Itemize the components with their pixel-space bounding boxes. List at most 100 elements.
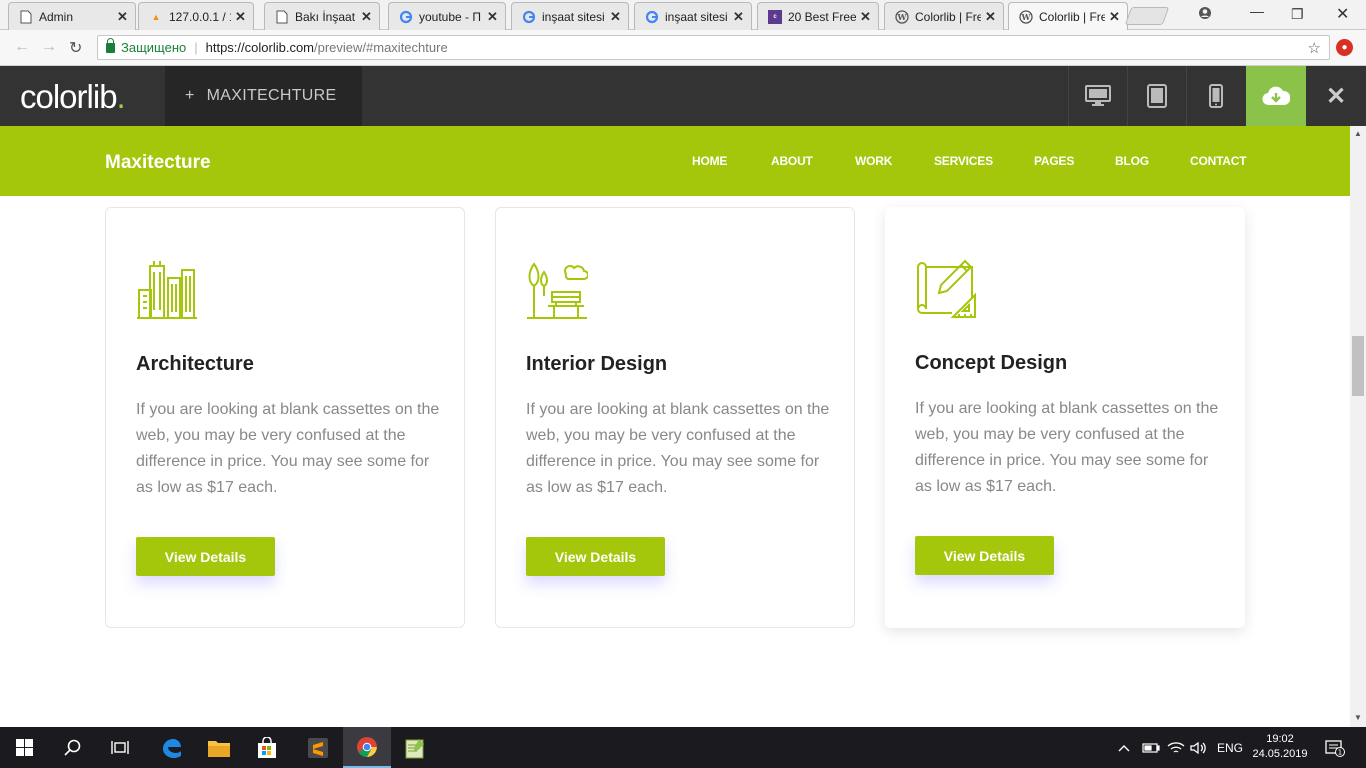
- close-tab-icon[interactable]: ✕: [985, 9, 997, 25]
- scroll-down-icon[interactable]: ▼: [1354, 713, 1362, 722]
- card-text: If you are looking at blank cassettes on…: [526, 401, 830, 496]
- browser-tab-colorlib-1[interactable]: W Colorlib | Fre ✕: [884, 2, 1004, 30]
- browser-tab-insaat-2[interactable]: inşaat sitesi ✕: [634, 2, 752, 30]
- menu-item-services[interactable]: SERVICES: [934, 154, 993, 168]
- menu-item-about[interactable]: ABOUT: [771, 154, 813, 168]
- action-center[interactable]: 1: [1325, 727, 1345, 768]
- card-text: If you are looking at blank cassettes on…: [136, 401, 440, 496]
- url-path: /preview/#maxitechture: [314, 40, 448, 55]
- url-host: https://colorlib.com: [205, 40, 314, 55]
- menu-item-contact[interactable]: CONTACT: [1190, 154, 1247, 168]
- browser-tab-baki[interactable]: Bakı İnşaat S ✕: [264, 2, 380, 30]
- svg-text:W: W: [897, 12, 908, 22]
- wordpress-icon: W: [1019, 9, 1033, 24]
- desktop-icon: [1085, 85, 1111, 106]
- secure-indicator[interactable]: Защищено: [106, 37, 186, 55]
- colorlib-logo[interactable]: colorlib.: [20, 78, 126, 116]
- page-scrollbar[interactable]: ▲ ▼: [1350, 126, 1366, 727]
- reload-icon[interactable]: ↻: [69, 38, 82, 58]
- profile-icon[interactable]: [1198, 6, 1212, 23]
- desktop-view-button[interactable]: [1068, 66, 1127, 126]
- browser-tab-insaat-1[interactable]: inşaat sitesi ✕: [511, 2, 629, 30]
- theme-name: MAXITECHTURE: [206, 87, 337, 104]
- cloud-download-icon: [1262, 86, 1290, 106]
- taskbar-chrome[interactable]: [343, 727, 391, 768]
- clock-date: 24.05.2019: [1252, 748, 1308, 760]
- close-tab-icon[interactable]: ✕: [610, 9, 622, 25]
- wordpress-icon: W: [895, 9, 909, 24]
- search-icon: [63, 739, 80, 756]
- taskbar-sublime-text[interactable]: [294, 727, 342, 768]
- notepad-plus-icon: [405, 738, 424, 758]
- close-tab-icon[interactable]: ✕: [860, 9, 872, 25]
- restore-icon[interactable]: ❐: [1291, 6, 1304, 23]
- scroll-up-icon[interactable]: ▲: [1354, 129, 1362, 138]
- extension-icon[interactable]: ●: [1336, 39, 1353, 56]
- tab-title: Colorlib | Fre: [915, 9, 981, 24]
- mobile-icon: [1209, 84, 1223, 108]
- browser-tab-20-best-free[interactable]: c 20 Best Free ✕: [757, 2, 879, 30]
- minimize-icon[interactable]: —: [1250, 3, 1264, 19]
- search-button[interactable]: [48, 727, 96, 768]
- tab-title: Admin: [39, 9, 74, 24]
- back-icon[interactable]: ←: [14, 38, 30, 56]
- close-tab-icon[interactable]: ✕: [487, 9, 499, 25]
- tab-title: 20 Best Free: [788, 9, 856, 24]
- start-button[interactable]: [0, 727, 48, 768]
- network-tray[interactable]: [1167, 727, 1185, 768]
- document-icon: [275, 10, 289, 24]
- colorlib-icon: c: [768, 9, 782, 24]
- theme-selector[interactable]: + MAXITECHTURE: [165, 66, 362, 126]
- input-language[interactable]: ENG: [1217, 727, 1243, 768]
- tab-title: inşaat sitesi: [542, 9, 605, 24]
- url-input[interactable]: Защищено | https://colorlib.com/preview/…: [97, 35, 1330, 60]
- close-tab-icon[interactable]: ✕: [733, 9, 745, 25]
- notification-count: 1: [1338, 748, 1342, 756]
- new-tab-button[interactable]: [1124, 7, 1170, 25]
- bookmark-star-icon[interactable]: ☆: [1308, 39, 1321, 57]
- notification-icon: 1: [1325, 739, 1345, 757]
- menu-item-home[interactable]: HOME: [692, 154, 727, 168]
- close-tab-icon[interactable]: ✕: [235, 9, 247, 25]
- sublime-text-icon: [308, 737, 328, 758]
- menu-item-pages[interactable]: PAGES: [1034, 154, 1074, 168]
- taskbar-edge[interactable]: [147, 727, 195, 768]
- download-button[interactable]: [1246, 66, 1306, 126]
- view-details-button[interactable]: View Details: [526, 537, 665, 576]
- tablet-view-button[interactable]: [1127, 66, 1186, 126]
- task-view-icon: [111, 741, 129, 754]
- clock-time: 19:02: [1266, 733, 1294, 745]
- google-icon: [522, 10, 536, 24]
- taskbar-file-explorer[interactable]: [195, 727, 243, 768]
- menu-item-work[interactable]: WORK: [855, 154, 892, 168]
- address-bar: ← → ↻ Защищено | https://colorlib.com/pr…: [0, 30, 1366, 66]
- scrollbar-thumb[interactable]: [1352, 336, 1364, 396]
- view-details-button[interactable]: View Details: [915, 536, 1054, 575]
- wifi-icon: [1167, 741, 1185, 753]
- browser-tab-colorlib-active[interactable]: W Colorlib | Fre ✕: [1008, 2, 1128, 30]
- task-view-button[interactable]: [96, 727, 144, 768]
- close-preview-icon[interactable]: ✕: [1306, 66, 1366, 126]
- show-hidden-icons[interactable]: [1118, 727, 1130, 768]
- volume-tray[interactable]: [1190, 727, 1208, 768]
- card-text: If you are looking at blank cassettes on…: [915, 400, 1219, 495]
- taskbar-notepad-plus[interactable]: [391, 727, 439, 768]
- forward-icon[interactable]: →: [41, 38, 57, 56]
- battery-icon: [1142, 742, 1160, 753]
- tab-title: youtube - П: [419, 9, 481, 24]
- browser-tab-admin[interactable]: Admin ✕: [8, 2, 136, 30]
- card-title: Interior Design: [526, 353, 668, 375]
- view-details-button[interactable]: View Details: [136, 537, 275, 576]
- system-clock[interactable]: 19:02 24.05.2019: [1248, 732, 1312, 762]
- close-tab-icon[interactable]: ✕: [1109, 9, 1121, 25]
- browser-tab-youtube-search[interactable]: youtube - П ✕: [388, 2, 506, 30]
- mobile-view-button[interactable]: [1186, 66, 1245, 126]
- close-window-icon[interactable]: ✕: [1336, 4, 1349, 24]
- browser-tab-phpmyadmin[interactable]: ▲ 127.0.0.1 / 1 ✕: [138, 2, 254, 30]
- battery-tray[interactable]: [1142, 727, 1160, 768]
- menu-item-blog[interactable]: BLOG: [1115, 154, 1149, 168]
- close-tab-icon[interactable]: ✕: [117, 9, 129, 25]
- close-tab-icon[interactable]: ✕: [361, 9, 373, 25]
- service-card-interior-design: Interior Design If you are looking at bl…: [495, 207, 855, 628]
- taskbar-store[interactable]: [243, 727, 291, 768]
